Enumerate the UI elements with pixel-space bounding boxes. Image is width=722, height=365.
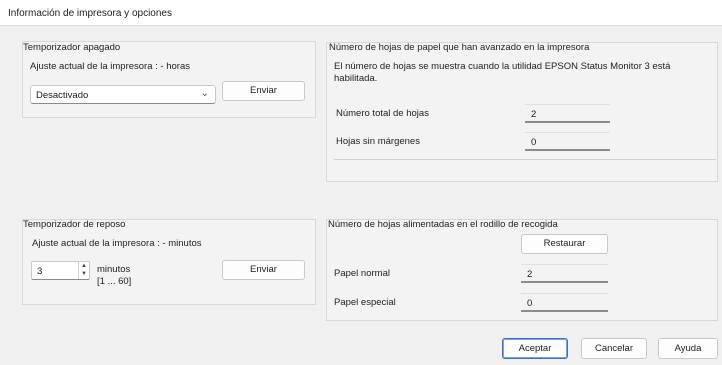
window-title: Información de impresora y opciones [0, 0, 722, 26]
chevron-down-icon: ⌄ [200, 88, 209, 99]
total-sheets-value: 2 [525, 104, 610, 123]
reset-button[interactable]: Restaurar [521, 234, 608, 254]
rest-timer-spinner[interactable]: 3 ▲ ▼ [31, 261, 90, 280]
pickup-roller-title: Número de hojas alimentadas en el rodill… [328, 219, 558, 230]
sleep-timer-title: Temporizador apagado [23, 42, 121, 53]
sheets-fed-divider [334, 159, 716, 160]
sheets-fed-note: El número de hojas se muestra cuando la … [334, 61, 671, 84]
special-paper-value: 0 [521, 293, 608, 312]
plain-paper-value: 2 [521, 264, 608, 283]
sheets-fed-title: Número de hojas de papel que han avanzad… [329, 42, 590, 53]
rest-timer-spinner-value: 3 [37, 266, 43, 277]
borderless-sheets-value: 0 [525, 132, 610, 151]
sleep-timer-select[interactable]: Desactivado ⌄ [30, 85, 216, 104]
help-button[interactable]: Ayuda [658, 338, 718, 359]
printer-info-dialog: Información de impresora y opciones Temp… [0, 0, 722, 365]
spin-arrows-icon[interactable]: ▲ ▼ [78, 262, 89, 279]
sleep-timer-current-label: Ajuste actual de la impresora : - horas [30, 61, 190, 72]
rest-timer-unit: minutos [97, 264, 131, 275]
borderless-sheets-label: Hojas sin márgenes [336, 136, 420, 147]
rest-timer-current-label: Ajuste actual de la impresora : - minuto… [32, 238, 202, 249]
cancel-button[interactable]: Cancelar [581, 338, 647, 359]
accept-button[interactable]: Aceptar [502, 338, 568, 359]
rest-timer-title: Temporizador de reposo [23, 219, 126, 230]
rest-timer-send-button[interactable]: Enviar [222, 260, 305, 280]
total-sheets-label: Número total de hojas [336, 108, 429, 119]
plain-paper-label: Papel normal [334, 268, 390, 279]
special-paper-label: Papel especial [334, 297, 396, 308]
sleep-timer-select-value: Desactivado [36, 90, 89, 101]
rest-timer-range: [1 ... 60] [97, 276, 132, 287]
sleep-timer-send-button[interactable]: Enviar [222, 81, 305, 101]
